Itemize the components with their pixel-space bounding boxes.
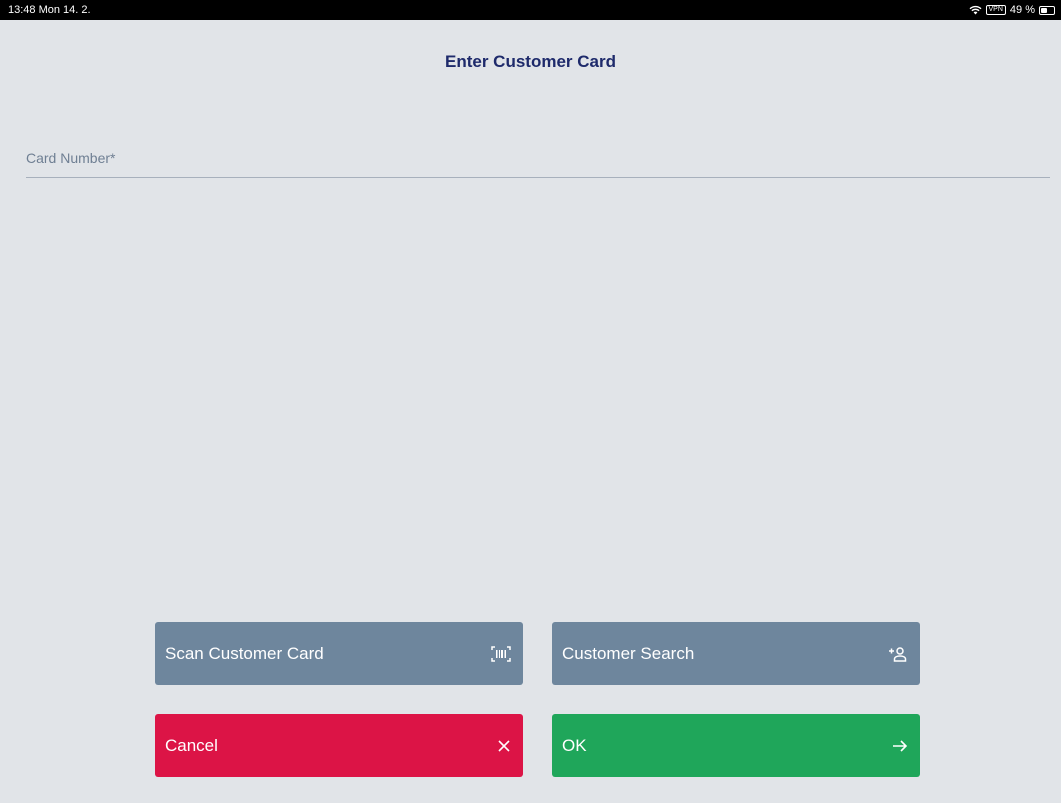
- card-number-field[interactable]: Card Number*: [26, 144, 1050, 178]
- arrow-right-icon: [892, 739, 908, 753]
- wifi-icon: [969, 5, 982, 15]
- page-title: Enter Customer Card: [445, 52, 616, 71]
- battery-level-fill: [1041, 7, 1047, 13]
- scan-customer-card-label: Scan Customer Card: [165, 643, 324, 663]
- barcode-scan-icon: [491, 645, 511, 662]
- customer-search-button[interactable]: Customer Search: [552, 622, 920, 685]
- vpn-badge: VPN: [985, 5, 1006, 15]
- battery-percentage: 49 %: [1009, 4, 1035, 16]
- status-indicators: VPN 49 %: [969, 0, 1055, 20]
- status-time-date: 13:48 Mon 14. 2.: [8, 4, 91, 16]
- battery-icon: [1039, 5, 1055, 15]
- customer-search-label: Customer Search: [562, 643, 695, 663]
- close-icon: [497, 739, 511, 753]
- ok-label: OK: [562, 735, 587, 755]
- cancel-label: Cancel: [165, 735, 218, 755]
- add-person-icon: [888, 646, 908, 662]
- ok-button[interactable]: OK: [552, 714, 920, 777]
- scan-customer-card-button[interactable]: Scan Customer Card: [155, 622, 523, 685]
- card-number-input[interactable]: [26, 144, 1050, 177]
- status-bar: 13:48 Mon 14. 2. VPN 49 %: [0, 0, 1061, 20]
- cancel-button[interactable]: Cancel: [155, 714, 523, 777]
